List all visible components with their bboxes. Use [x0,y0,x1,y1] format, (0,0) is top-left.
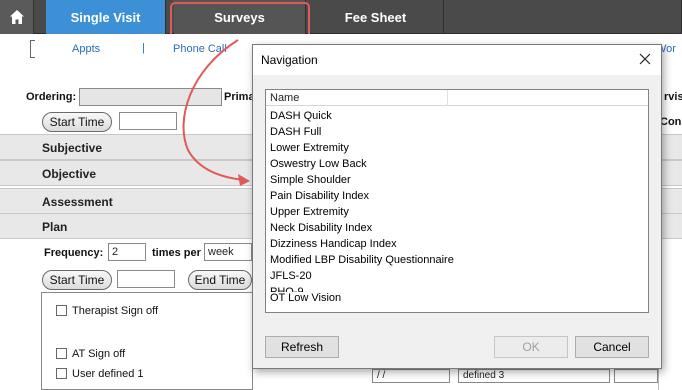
therapist-signoff-checkbox[interactable] [56,305,67,316]
plan-start-time-field[interactable] [117,270,175,288]
user-defined-1-label: User defined 1 [72,368,144,380]
list-item[interactable]: Pain Disability Index [270,188,646,204]
list-item[interactable]: Upper Extremity [270,204,646,220]
close-icon [639,53,651,65]
list-items: DASH Quick DASH Full Lower Extremity Osw… [270,108,646,306]
section-label: Assessment [42,195,113,209]
dialog-body: Name DASH Quick DASH Full Lower Extremit… [253,75,661,368]
signoff-panel: Therapist Sign off AT Sign off User defi… [41,292,253,390]
ordering-field[interactable] [79,88,222,106]
section-label: Objective [42,167,97,181]
times-per-label: times per [152,247,201,259]
column-header-name[interactable]: Name [266,90,448,106]
link-appts[interactable]: Appts [72,43,100,55]
navigation-dialog: Navigation Name DASH Quick DASH Full Low… [252,44,662,369]
dialog-title: Navigation [261,53,318,67]
plan-start-time-button[interactable]: Start Time [42,270,112,290]
section-label: Subjective [42,141,103,155]
cancel-button[interactable]: Cancel [575,336,649,358]
bracket-decoration [30,40,35,58]
tab-single-visit[interactable]: Single Visit [46,0,166,34]
therapist-signoff-label: Therapist Sign off [72,305,159,317]
list-item[interactable]: Simple Shoulder [270,172,646,188]
column-header-empty [448,90,648,106]
list-item[interactable]: DASH Quick [270,108,646,124]
survey-list[interactable]: Name DASH Quick DASH Full Lower Extremit… [265,89,649,313]
top-tab-bar: Single Visit Surveys Fee Sheet [0,0,682,34]
section-label: Plan [42,220,68,234]
list-item[interactable]: JFLS-20 [270,268,646,284]
date-cell[interactable]: / / [372,369,450,383]
list-item[interactable]: Lower Extremity [270,140,646,156]
link-separator: | [142,42,145,54]
grid-cell[interactable] [614,369,658,383]
list-item[interactable]: Oswestry Low Back [270,156,646,172]
ordering-label: Ordering: [26,91,77,103]
at-signoff-label: AT Sign off [72,348,126,360]
user-defined-1-checkbox[interactable] [56,368,67,379]
frequency-field[interactable]: 2 [108,243,146,261]
tab-empty [446,0,682,34]
times-per-select[interactable]: week [204,243,252,261]
list-item[interactable]: OT Low Vision [270,290,646,306]
home-button[interactable] [0,0,34,34]
start-time-button[interactable]: Start Time [42,112,112,132]
link-phone-call[interactable]: Phone Call [173,43,227,55]
list-item[interactable]: DASH Full [270,124,646,140]
at-signoff-checkbox[interactable] [56,348,67,359]
defined-3-cell: defined 3 [458,369,610,383]
list-item[interactable]: Dizziness Handicap Index [270,236,646,252]
close-button[interactable] [635,49,655,69]
refresh-button[interactable]: Refresh [265,336,339,358]
start-time-field[interactable] [119,112,177,130]
list-header: Name [266,90,648,106]
list-item[interactable]: Neck Disability Index [270,220,646,236]
ok-button[interactable]: OK [494,336,568,358]
list-item[interactable]: Modified LBP Disability Questionnaire [270,252,646,268]
end-time-button[interactable]: End Time [188,270,252,290]
primary-label: Prima [224,91,255,103]
home-icon [9,10,24,24]
frequency-label: Frequency: [44,247,104,259]
tab-fee-sheet[interactable]: Fee Sheet [308,0,444,34]
